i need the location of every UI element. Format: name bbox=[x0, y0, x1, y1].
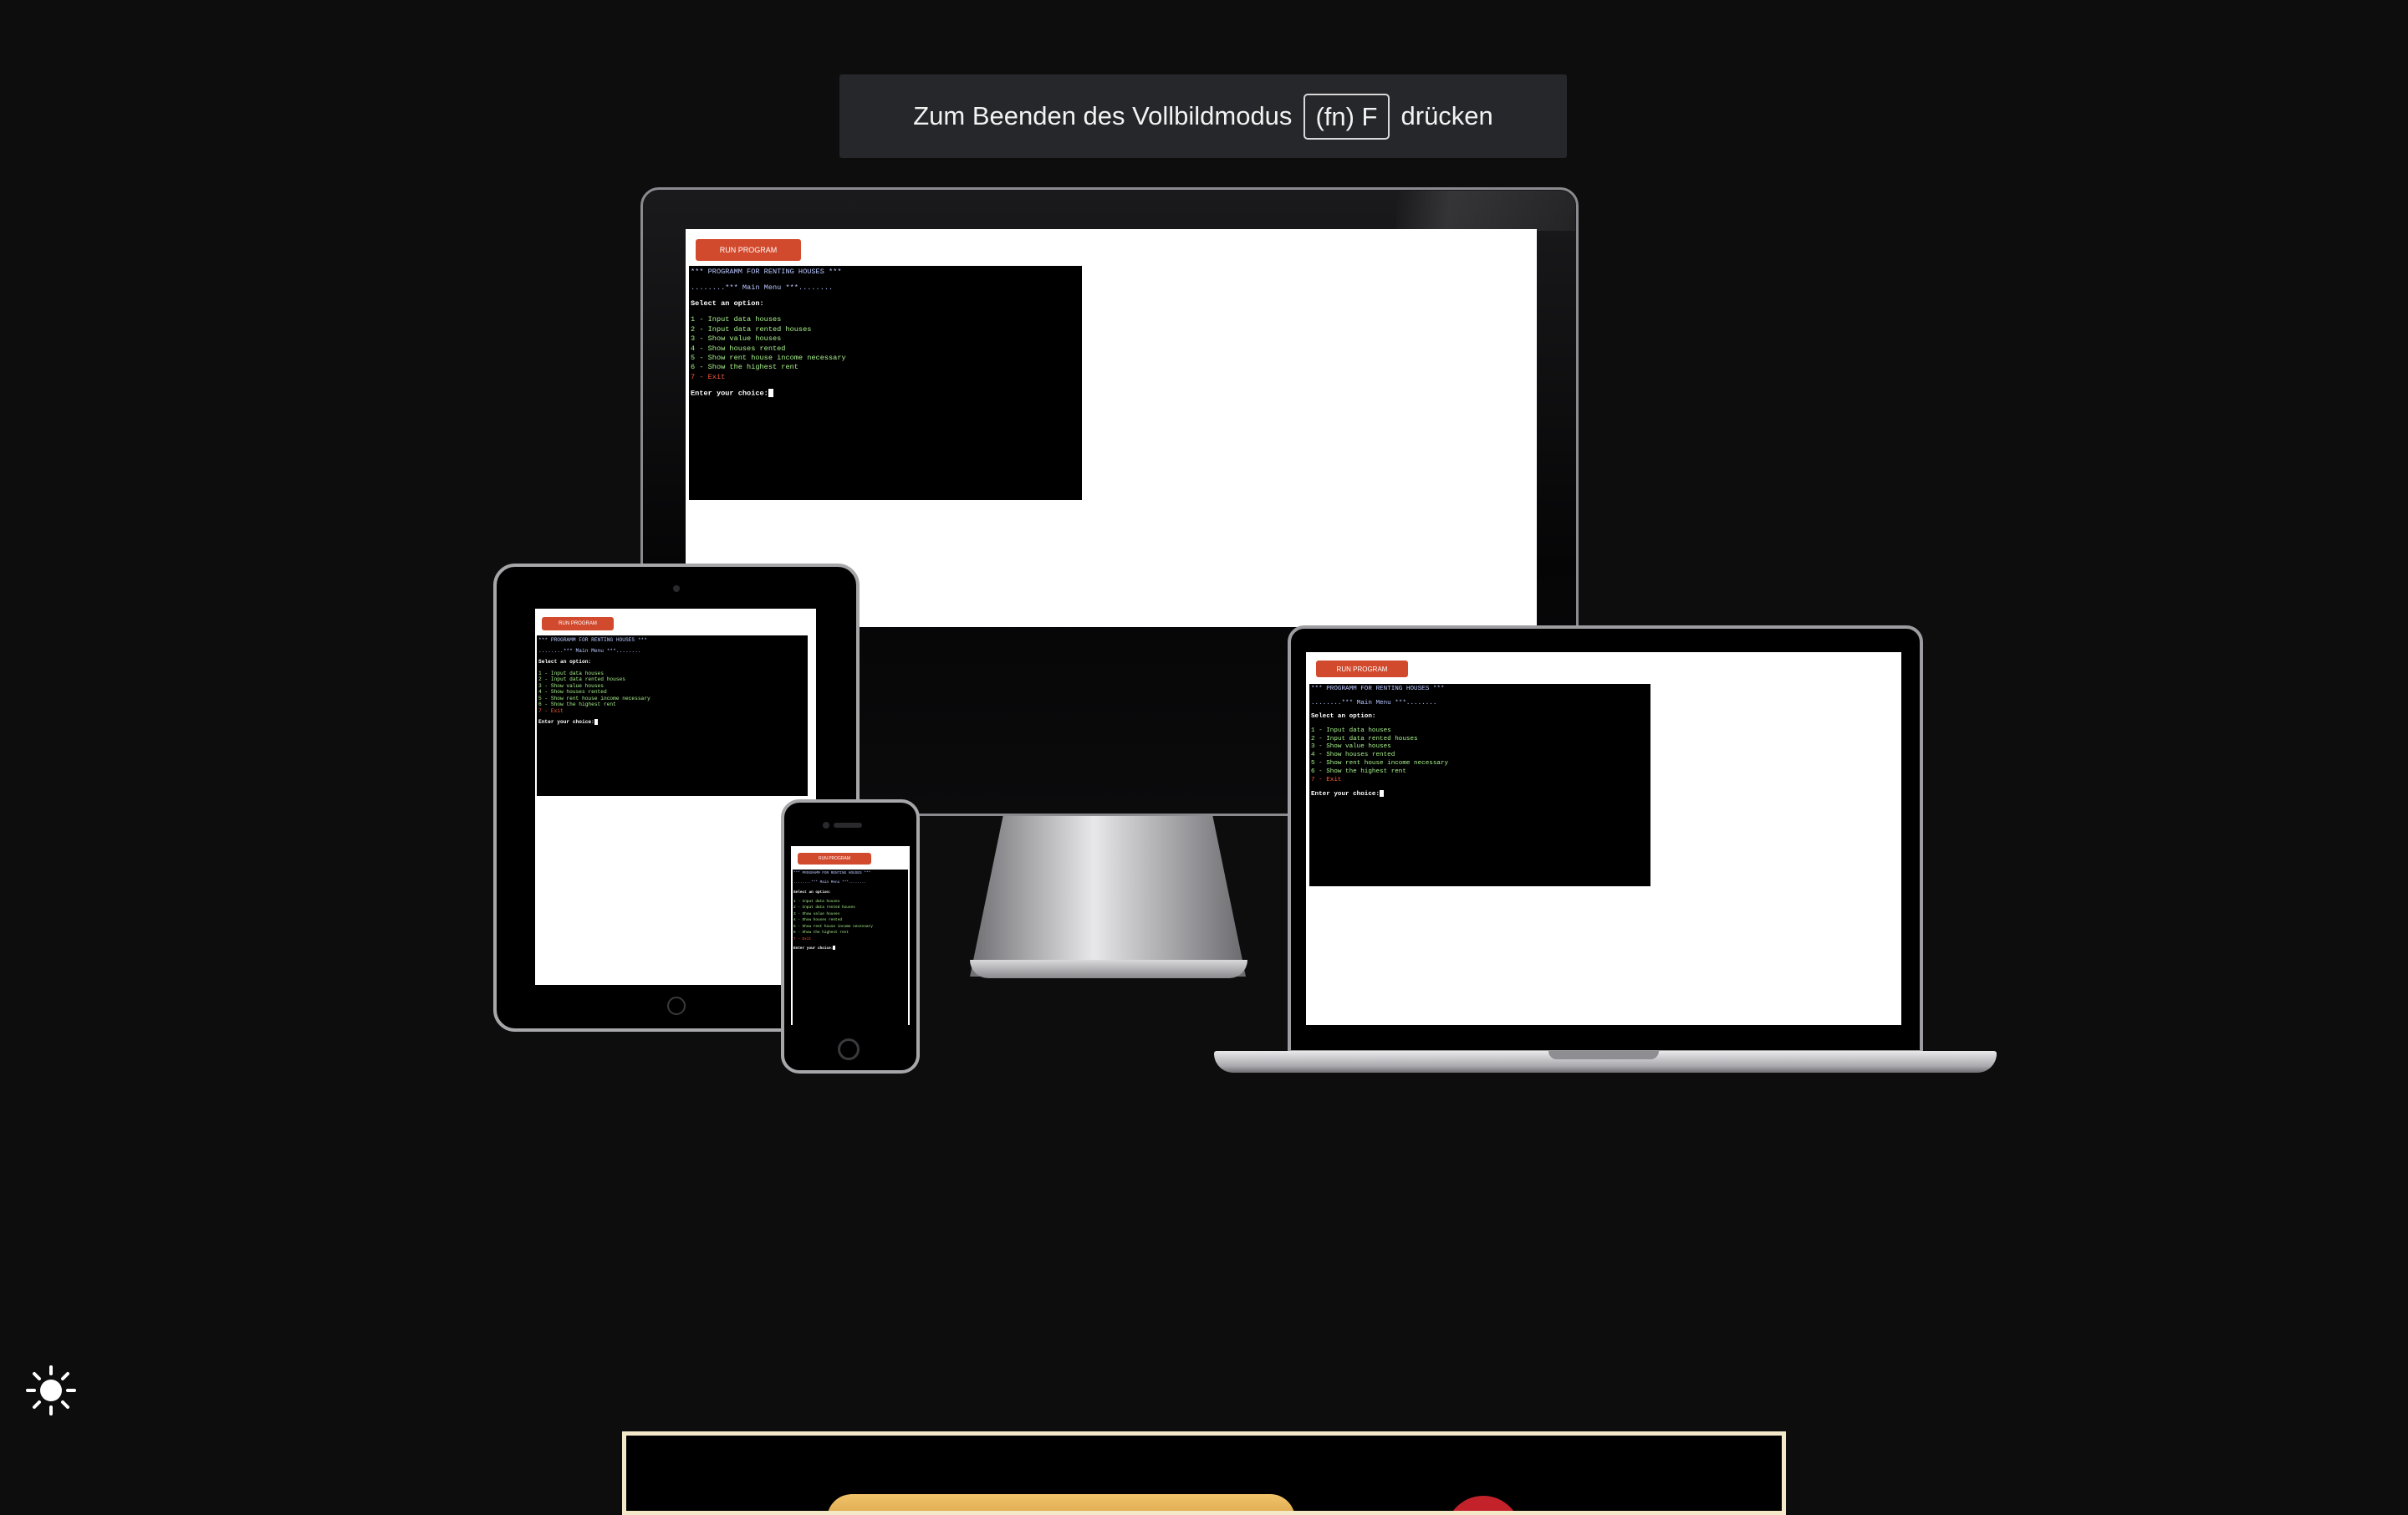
terminal-window[interactable]: *** PROGRAMM FOR RENTING HOUSES *** ....… bbox=[1309, 684, 1650, 886]
terminal-option: 5 - Show rent house income necessary bbox=[691, 354, 846, 363]
terminal-main-menu: ........*** Main Menu ***........ bbox=[691, 283, 834, 293]
terminal-option: 3 - Show value houses bbox=[538, 682, 604, 689]
terminal-exit-option: 7 - Exit bbox=[538, 708, 564, 715]
terminal-cursor[interactable] bbox=[833, 946, 836, 951]
terminal-option: 6 - Show the highest rent bbox=[538, 701, 616, 708]
ipad-screen: RUN PROGRAM *** PROGRAMM FOR RENTING HOU… bbox=[535, 609, 816, 985]
terminal-select-prompt: Select an option: bbox=[793, 890, 831, 895]
fullscreen-exit-notice: Zum Beenden des Vollbildmodus (fn) F drü… bbox=[839, 74, 1567, 158]
terminal-option: 3 - Show value houses bbox=[691, 334, 782, 344]
terminal-option: 5 - Show rent house income necessary bbox=[1311, 760, 1449, 768]
terminal-cursor[interactable] bbox=[594, 719, 598, 726]
terminal-input-prompt: Enter your choice: bbox=[793, 946, 834, 951]
terminal-title: *** PROGRAMM FOR RENTING HOUSES *** bbox=[1311, 686, 1445, 692]
terminal-option: 2 - Input data rented houses bbox=[793, 905, 855, 911]
iphone-speaker bbox=[834, 823, 862, 828]
run-program-button[interactable]: RUN PROGRAM bbox=[798, 853, 871, 865]
run-program-button[interactable]: RUN PROGRAM bbox=[542, 617, 614, 630]
terminal-option: 4 - Show houses rented bbox=[538, 689, 607, 696]
terminal-cursor[interactable] bbox=[1380, 790, 1385, 798]
terminal-option: 5 - Show rent house income necessary bbox=[538, 695, 650, 701]
terminal-title: *** PROGRAMM FOR RENTING HOUSES *** bbox=[538, 637, 647, 643]
terminal-option: 1 - Input data houses bbox=[538, 670, 604, 676]
imac-stand bbox=[970, 816, 1246, 977]
imac-foot bbox=[970, 960, 1247, 978]
terminal-option: 2 - Input data rented houses bbox=[691, 324, 812, 334]
terminal-input-prompt: Enter your choice: bbox=[538, 719, 594, 726]
terminal-option: 3 - Show value houses bbox=[1311, 743, 1391, 751]
terminal-main-menu: ........*** Main Menu ***........ bbox=[538, 648, 641, 655]
terminal-exit-option: 7 - Exit bbox=[1311, 776, 1342, 783]
theme-toggle-button[interactable] bbox=[25, 1365, 77, 1416]
terminal-option: 1 - Input data houses bbox=[1311, 727, 1391, 734]
fullscreen-notice-text-after: drücken bbox=[1400, 101, 1493, 130]
terminal-option: 4 - Show houses rented bbox=[1311, 752, 1395, 759]
terminal-title: *** PROGRAMM FOR RENTING HOUSES *** bbox=[691, 268, 842, 276]
terminal-select-prompt: Select an option: bbox=[691, 299, 764, 309]
iphone-camera bbox=[823, 822, 829, 829]
imac-gloss bbox=[1396, 191, 1575, 231]
terminal-window[interactable]: *** PROGRAMM FOR RENTING HOUSES *** ....… bbox=[793, 870, 908, 1025]
terminal-option: 4 - Show houses rented bbox=[793, 918, 842, 923]
terminal-option: 4 - Show houses rented bbox=[691, 344, 786, 353]
terminal-window[interactable]: *** PROGRAMM FOR RENTING HOUSES *** ....… bbox=[537, 635, 808, 796]
terminal-option: 6 - Show the highest rent bbox=[691, 363, 798, 372]
terminal-option: 5 - Show rent house income necessary bbox=[793, 924, 873, 929]
terminal-option: 3 - Show value houses bbox=[793, 911, 840, 916]
fullscreen-key-hint: (fn) F bbox=[1303, 93, 1390, 140]
project-preview-banner[interactable] bbox=[622, 1431, 1786, 1515]
terminal-select-prompt: Select an option: bbox=[1311, 713, 1376, 721]
macbook-notch bbox=[1548, 1051, 1659, 1059]
terminal-exit-option: 7 - Exit bbox=[691, 372, 726, 381]
terminal-option: 1 - Input data houses bbox=[691, 315, 782, 324]
iphone-screen: RUN PROGRAM *** PROGRAMM FOR RENTING HOU… bbox=[791, 846, 910, 1025]
iphone-home-button bbox=[838, 1038, 860, 1060]
terminal-option: 2 - Input data rented houses bbox=[1311, 735, 1418, 742]
run-program-button[interactable]: RUN PROGRAM bbox=[696, 239, 801, 261]
terminal-window[interactable]: *** PROGRAMM FOR RENTING HOUSES *** ....… bbox=[689, 266, 1082, 500]
terminal-cursor[interactable] bbox=[768, 389, 773, 397]
terminal-option: 2 - Input data rented houses bbox=[538, 676, 625, 683]
terminal-input-prompt: Enter your choice: bbox=[691, 389, 768, 398]
terminal-exit-option: 7 - Exit bbox=[793, 936, 812, 941]
terminal-option: 6 - Show the highest rent bbox=[793, 931, 849, 936]
fullscreen-notice-text-before: Zum Beenden des Vollbildmodus bbox=[913, 101, 1293, 130]
terminal-option: 6 - Show the highest rent bbox=[1311, 768, 1406, 775]
run-program-button[interactable]: RUN PROGRAM bbox=[1316, 661, 1408, 677]
ipad-home-button bbox=[667, 997, 686, 1015]
ipad-camera bbox=[673, 585, 680, 592]
sun-icon bbox=[26, 1365, 76, 1416]
terminal-option: 1 - Input data houses bbox=[793, 900, 840, 905]
terminal-main-menu: ........*** Main Menu ***........ bbox=[1311, 699, 1437, 706]
macbook-screen: RUN PROGRAM *** PROGRAMM FOR RENTING HOU… bbox=[1306, 652, 1901, 1025]
terminal-select-prompt: Select an option: bbox=[538, 659, 592, 666]
terminal-main-menu: ........*** Main Menu ***........ bbox=[793, 880, 866, 885]
preview-logo-art-accent bbox=[1446, 1496, 1521, 1511]
terminal-title: *** PROGRAMM FOR RENTING HOUSES *** bbox=[793, 871, 871, 875]
terminal-input-prompt: Enter your choice: bbox=[1311, 791, 1380, 798]
